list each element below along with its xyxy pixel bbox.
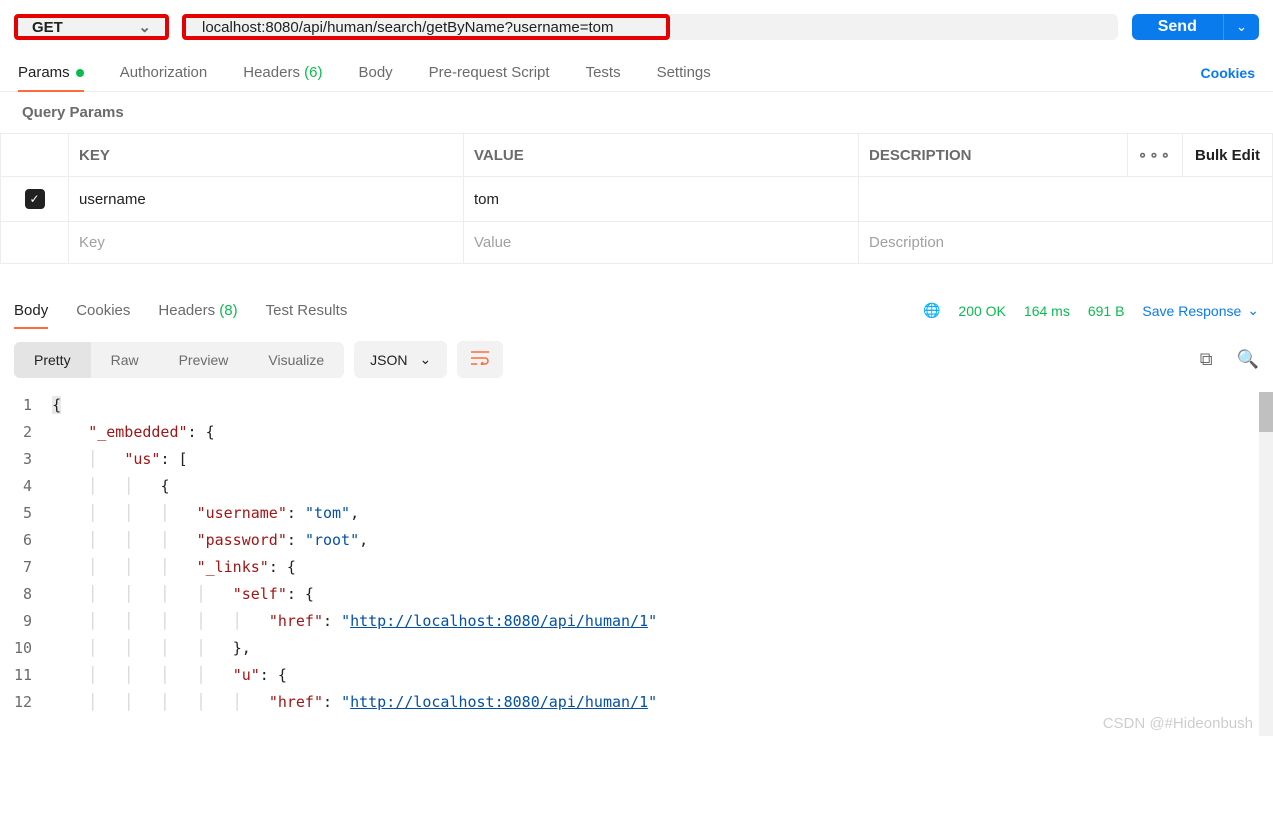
cookies-link[interactable]: Cookies <box>1201 55 1255 91</box>
wrap-lines-button[interactable] <box>457 341 503 378</box>
response-tabs: Body Cookies Headers (8) Test Results 🌐 … <box>0 294 1273 327</box>
request-bar: GET ⌄ Send ⌄ <box>0 0 1273 54</box>
response-time: 164 ms <box>1024 303 1070 319</box>
url-bar-spacer <box>670 14 1118 40</box>
chevron-down-icon: ⌄ <box>420 351 432 368</box>
view-tab-pretty[interactable]: Pretty <box>14 342 91 378</box>
active-indicator-dot <box>76 69 84 77</box>
format-select[interactable]: JSON ⌄ <box>354 341 447 378</box>
response-tab-headers[interactable]: Headers (8) <box>158 294 237 327</box>
tab-params[interactable]: Params <box>18 54 84 91</box>
param-value-cell[interactable]: tom <box>464 177 859 222</box>
url-input[interactable] <box>202 19 650 36</box>
param-key-placeholder[interactable]: Key <box>69 222 464 264</box>
scrollbar-thumb[interactable] <box>1259 392 1273 432</box>
tab-settings[interactable]: Settings <box>657 54 711 91</box>
response-status: 200 OK <box>958 303 1005 319</box>
param-value-placeholder[interactable]: Value <box>464 222 859 264</box>
tab-authorization[interactable]: Authorization <box>120 54 208 91</box>
scrollbar[interactable] <box>1259 392 1273 736</box>
view-tab-preview[interactable]: Preview <box>159 342 249 378</box>
more-actions-header[interactable]: ∘∘∘ <box>1127 134 1182 177</box>
chevron-down-icon: ⌄ <box>138 18 151 36</box>
send-dropdown-button[interactable]: ⌄ <box>1223 14 1259 40</box>
query-params-heading: Query Params <box>0 92 1273 133</box>
checkbox-header <box>1 134 69 177</box>
response-size: 691 B <box>1088 303 1125 319</box>
bulk-edit-button[interactable]: Bulk Edit <box>1183 134 1273 177</box>
view-mode-tabs: Pretty Raw Preview Visualize <box>14 342 344 378</box>
tab-pre-request-script[interactable]: Pre-request Script <box>429 54 550 91</box>
checkbox-checked-icon: ✓ <box>25 189 45 209</box>
http-method-select[interactable]: GET ⌄ <box>14 14 169 40</box>
response-tab-body[interactable]: Body <box>14 294 48 327</box>
key-header: KEY <box>69 134 464 177</box>
code-content[interactable]: { "_embedded": { │ "us": [ │ │ { │ │ │ "… <box>52 392 1259 716</box>
http-method-value: GET <box>32 19 63 36</box>
response-meta: 🌐 200 OK 164 ms 691 B Save Response ⌄ <box>923 302 1259 319</box>
view-tab-visualize[interactable]: Visualize <box>248 342 344 378</box>
tab-headers[interactable]: Headers (6) <box>243 54 322 91</box>
send-button[interactable]: Send <box>1132 14 1223 40</box>
response-tab-cookies[interactable]: Cookies <box>76 294 130 327</box>
value-header: VALUE <box>464 134 859 177</box>
chevron-down-icon: ⌄ <box>1236 19 1247 35</box>
param-description-cell[interactable] <box>859 177 1273 222</box>
description-header: DESCRIPTION <box>859 134 1128 177</box>
line-numbers: 123456789101112 <box>14 392 52 716</box>
more-icon: ∘∘∘ <box>1138 147 1172 164</box>
watermark: CSDN @#Hideonbush <box>1103 715 1253 732</box>
url-input-wrapper <box>182 14 670 40</box>
row-checkbox-cell[interactable]: ✓ <box>1 177 69 222</box>
response-toolbar: Pretty Raw Preview Visualize JSON ⌄ ⧉ 🔍 <box>0 327 1273 392</box>
tab-body[interactable]: Body <box>358 54 392 91</box>
response-tab-test-results[interactable]: Test Results <box>266 294 348 327</box>
response-body-code: 123456789101112 { "_embedded": { │ "us":… <box>0 392 1273 736</box>
table-row: ✓ username tom <box>1 177 1273 222</box>
row-checkbox-cell <box>1 222 69 264</box>
param-key-cell[interactable]: username <box>69 177 464 222</box>
param-description-placeholder[interactable]: Description <box>859 222 1273 264</box>
tab-tests[interactable]: Tests <box>586 54 621 91</box>
globe-icon[interactable]: 🌐 <box>923 302 940 319</box>
table-row-empty: Key Value Description <box>1 222 1273 264</box>
copy-icon[interactable]: ⧉ <box>1200 349 1213 370</box>
request-tabs: Params Authorization Headers (6) Body Pr… <box>0 54 1273 92</box>
view-tab-raw[interactable]: Raw <box>91 342 159 378</box>
save-response-button[interactable]: Save Response ⌄ <box>1142 302 1259 319</box>
send-button-group: Send ⌄ <box>1132 14 1259 40</box>
search-icon[interactable]: 🔍 <box>1237 349 1259 370</box>
response-section: Body Cookies Headers (8) Test Results 🌐 … <box>0 294 1273 736</box>
query-params-table: KEY VALUE DESCRIPTION ∘∘∘ Bulk Edit ✓ us… <box>0 133 1273 264</box>
table-header-row: KEY VALUE DESCRIPTION ∘∘∘ Bulk Edit <box>1 134 1273 177</box>
chevron-down-icon: ⌄ <box>1247 302 1259 319</box>
response-toolbar-right: ⧉ 🔍 <box>1200 349 1259 370</box>
